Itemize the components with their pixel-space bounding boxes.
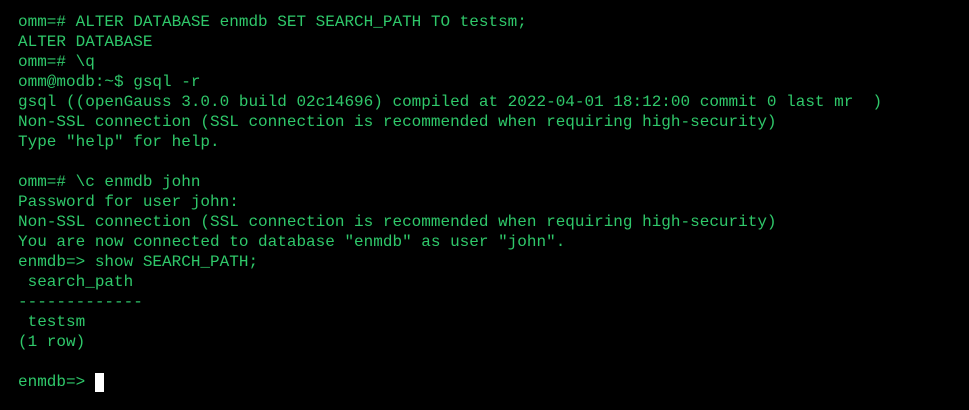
terminal-line: enmdb=> show SEARCH_PATH; <box>18 253 259 271</box>
terminal-line: search_path <box>18 273 134 291</box>
terminal-line: testsm <box>18 313 86 331</box>
terminal-line: Password for user john: <box>18 193 239 211</box>
terminal-line: You are now connected to database "enmdb… <box>18 233 566 251</box>
terminal-window[interactable]: omm=# ALTER DATABASE enmdb SET SEARCH_PA… <box>0 0 969 410</box>
terminal-line: gsql ((openGauss 3.0.0 build 02c14696) c… <box>18 93 883 111</box>
terminal-line: ------------- <box>18 293 143 311</box>
prompt-text: enmdb=> <box>18 373 95 391</box>
terminal-line: omm=# ALTER DATABASE enmdb SET SEARCH_PA… <box>18 13 527 31</box>
terminal-line: omm=# \c enmdb john <box>18 173 201 191</box>
terminal-line: Non-SSL connection (SSL connection is re… <box>18 213 777 231</box>
terminal-line: omm=# \q <box>18 53 95 71</box>
terminal-line: omm@modb:~$ gsql -r <box>18 73 201 91</box>
terminal-line: ALTER DATABASE <box>18 33 153 51</box>
text-cursor <box>94 372 104 392</box>
terminal-line: (1 row) <box>18 333 86 351</box>
terminal-line: Non-SSL connection (SSL connection is re… <box>18 113 777 131</box>
terminal-line: Type "help" for help. <box>18 133 220 151</box>
active-prompt-line[interactable]: enmdb=> <box>18 372 969 392</box>
